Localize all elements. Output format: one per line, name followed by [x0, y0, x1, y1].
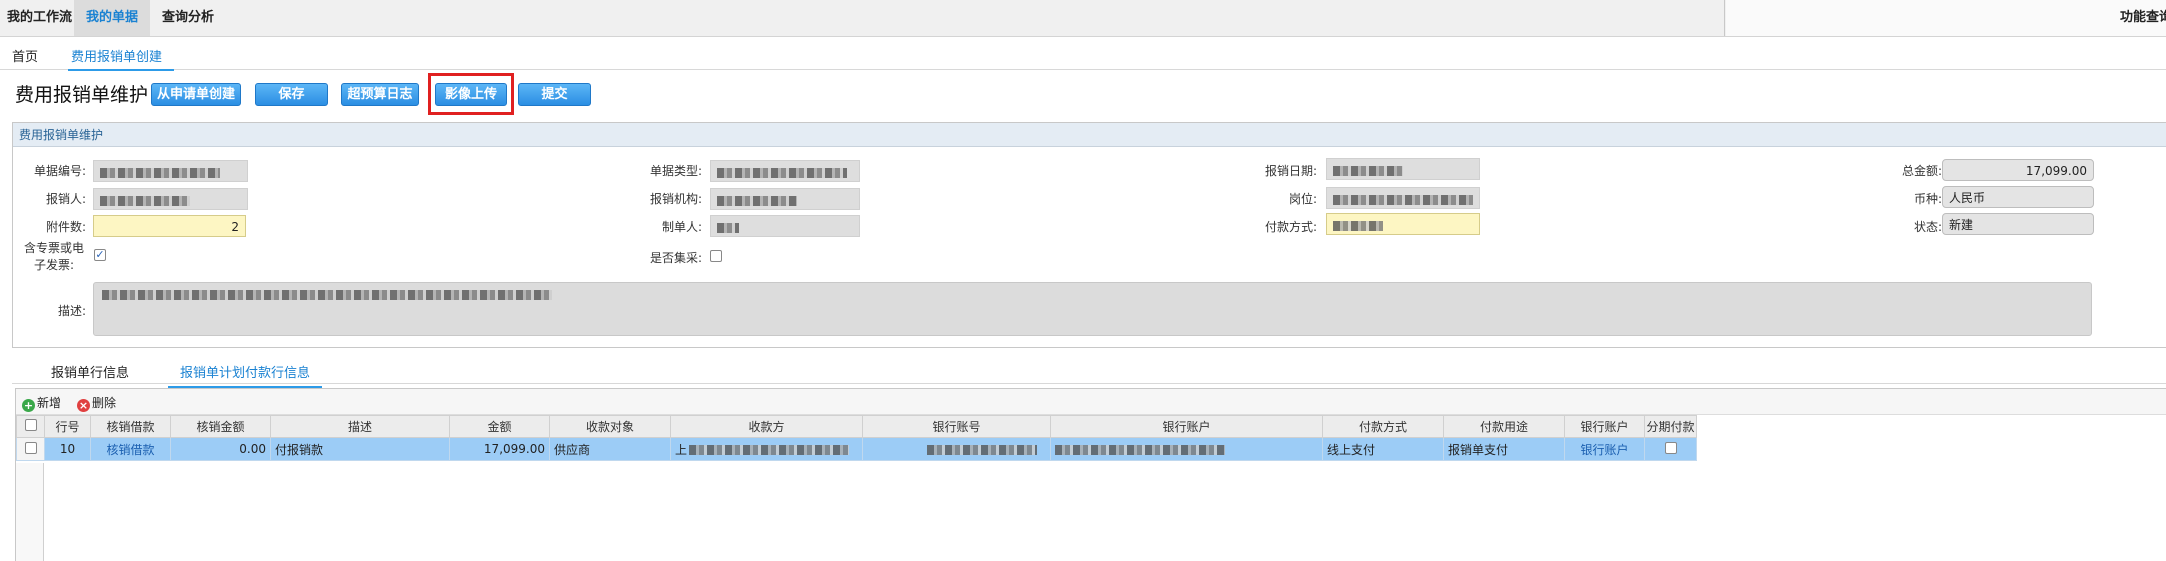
cell-pay-method[interactable]: 线上支付 [1322, 437, 1444, 461]
lower-tabs-divider [12, 383, 2166, 384]
creator-label: 制单人: [661, 220, 702, 234]
position-field[interactable] [1326, 187, 1480, 209]
status-label: 状态: [1913, 220, 1942, 234]
nav-query-analysis[interactable]: 查询分析 [162, 0, 214, 36]
cell-payee-type[interactable]: 供应商 [549, 437, 671, 461]
total-field: 17,099.00 [1942, 159, 2094, 181]
cell-description[interactable]: 付报销款 [270, 437, 450, 461]
status-field: 新建 [1942, 213, 2094, 235]
save-button[interactable]: 保存 [255, 83, 328, 106]
col-header[interactable]: 金额 [449, 415, 550, 438]
col-header[interactable]: 银行账户 [1564, 415, 1645, 438]
delete-icon: × [77, 399, 90, 412]
select-all-checkbox[interactable] [24, 419, 37, 431]
col-header[interactable]: 收款方 [670, 415, 863, 438]
highlight-annotation [428, 73, 514, 115]
payee-prefix: 上 [675, 442, 688, 457]
nav-right-panel [1726, 0, 2166, 36]
org-label: 报销机构: [649, 192, 702, 206]
creator-field[interactable] [710, 215, 860, 237]
date-label: 报销日期: [1264, 164, 1317, 178]
grid-toolbar: + 新增 × 删除 [16, 389, 2166, 415]
tab-home[interactable]: 首页 [12, 46, 38, 65]
description-textarea[interactable] [93, 282, 2092, 336]
payment-grid: + 新增 × 删除 行号 核销借款 核销金额 描述 金额 收款对象 收款方 银行账号 [15, 388, 2166, 561]
col-header[interactable]: 收款对象 [549, 415, 671, 438]
reimburser-label: 报销人: [45, 192, 86, 206]
installment-checkbox[interactable] [1664, 441, 1677, 454]
cell-bank-account-no[interactable] [862, 437, 1051, 461]
cell-amount[interactable]: 17,099.00 [449, 437, 550, 461]
grid-left-gutter [16, 463, 44, 561]
doc-type-label: 单据类型: [649, 164, 702, 178]
page-title: 费用报销单维护 [15, 84, 149, 106]
total-label: 总金额: [1901, 164, 1942, 178]
cell-writeoff[interactable]: 核销借款 [90, 437, 171, 461]
vat-invoice-checkbox[interactable]: ✓ [94, 249, 106, 261]
col-header[interactable]: 描述 [270, 415, 450, 438]
tab-payment-plan-lines[interactable]: 报销单计划付款行信息 [168, 362, 323, 388]
delete-row-button[interactable]: × 删除 [77, 394, 116, 412]
panel-header: 费用报销单维护 [13, 123, 2166, 147]
cell-line-no[interactable]: 10 [44, 437, 91, 461]
col-header[interactable]: 分期付款 [1644, 415, 1697, 438]
date-field[interactable] [1326, 158, 1480, 180]
attachments-label: 附件数: [45, 220, 86, 234]
row-select-cell[interactable] [16, 437, 45, 461]
col-header[interactable]: 核销金额 [170, 415, 271, 438]
centralized-label: 是否集采: [649, 251, 702, 265]
payment-method-field[interactable] [1326, 213, 1480, 235]
reimburser-field[interactable] [93, 188, 248, 210]
currency-field[interactable]: 人民币 [1942, 186, 2094, 208]
cell-bank-account-link[interactable]: 银行账户 [1564, 437, 1645, 461]
nav-my-documents[interactable]: 我的单据 [74, 0, 150, 36]
centralized-checkbox[interactable] [710, 250, 722, 262]
col-header[interactable]: 付款方式 [1322, 415, 1444, 438]
doc-no-label: 单据编号: [33, 164, 86, 178]
col-header[interactable]: 付款用途 [1443, 415, 1565, 438]
tab-reimbursement-lines[interactable]: 报销单行信息 [51, 362, 129, 381]
org-field[interactable] [710, 188, 860, 210]
cell-payee[interactable]: 上 [670, 437, 863, 461]
cell-writeoff-amount[interactable]: 0.00 [170, 437, 271, 461]
submit-button[interactable]: 提交 [518, 83, 591, 106]
cell-pay-purpose[interactable]: 报销单支付 [1443, 437, 1565, 461]
plus-icon: + [22, 399, 35, 412]
page-tabs: 首页 费用报销单创建 [0, 38, 2166, 71]
table-header-row: 行号 核销借款 核销金额 描述 金额 收款对象 收款方 银行账号 银行账户 付款… [16, 415, 1697, 438]
top-nav: 我的工作流 我的单据 查询分析 功能查询 [0, 0, 2166, 37]
col-header[interactable]: 银行账户 [1050, 415, 1323, 438]
attachments-field[interactable]: 2 [93, 215, 246, 237]
cell-installment[interactable] [1644, 437, 1697, 461]
payment-method-label: 付款方式: [1264, 220, 1317, 234]
cell-bank-account-name[interactable] [1050, 437, 1323, 461]
row-checkbox[interactable] [24, 441, 37, 454]
select-all-header[interactable] [16, 415, 45, 438]
doc-type-field[interactable] [710, 160, 860, 182]
description-label: 描述: [57, 304, 86, 318]
function-search-link[interactable]: 功能查询 [2120, 0, 2166, 36]
create-from-request-button[interactable]: 从申请单创建 [151, 83, 241, 106]
delete-row-label: 删除 [92, 396, 117, 410]
table-row[interactable]: 10 核销借款 0.00 付报销款 17,099.00 供应商 上 线上支付 报… [16, 437, 1697, 461]
tab-expense-create[interactable]: 费用报销单创建 [68, 46, 175, 71]
position-label: 岗位: [1288, 192, 1317, 206]
add-row-label: 新增 [37, 396, 62, 410]
col-header[interactable]: 行号 [44, 415, 91, 438]
col-header[interactable]: 核销借款 [90, 415, 171, 438]
over-budget-log-button[interactable]: 超预算日志 [341, 83, 419, 106]
nav-divider [1724, 0, 1725, 36]
vat-invoice-label: 含专票或电子发票: [23, 241, 84, 272]
nav-my-workflow[interactable]: 我的工作流 [7, 0, 72, 36]
col-header[interactable]: 银行账号 [862, 415, 1051, 438]
add-row-button[interactable]: + 新增 [22, 394, 61, 412]
payment-table: 行号 核销借款 核销金额 描述 金额 收款对象 收款方 银行账号 银行账户 付款… [16, 415, 1697, 461]
doc-no-field[interactable] [93, 160, 248, 182]
currency-label: 币种: [1913, 192, 1942, 206]
